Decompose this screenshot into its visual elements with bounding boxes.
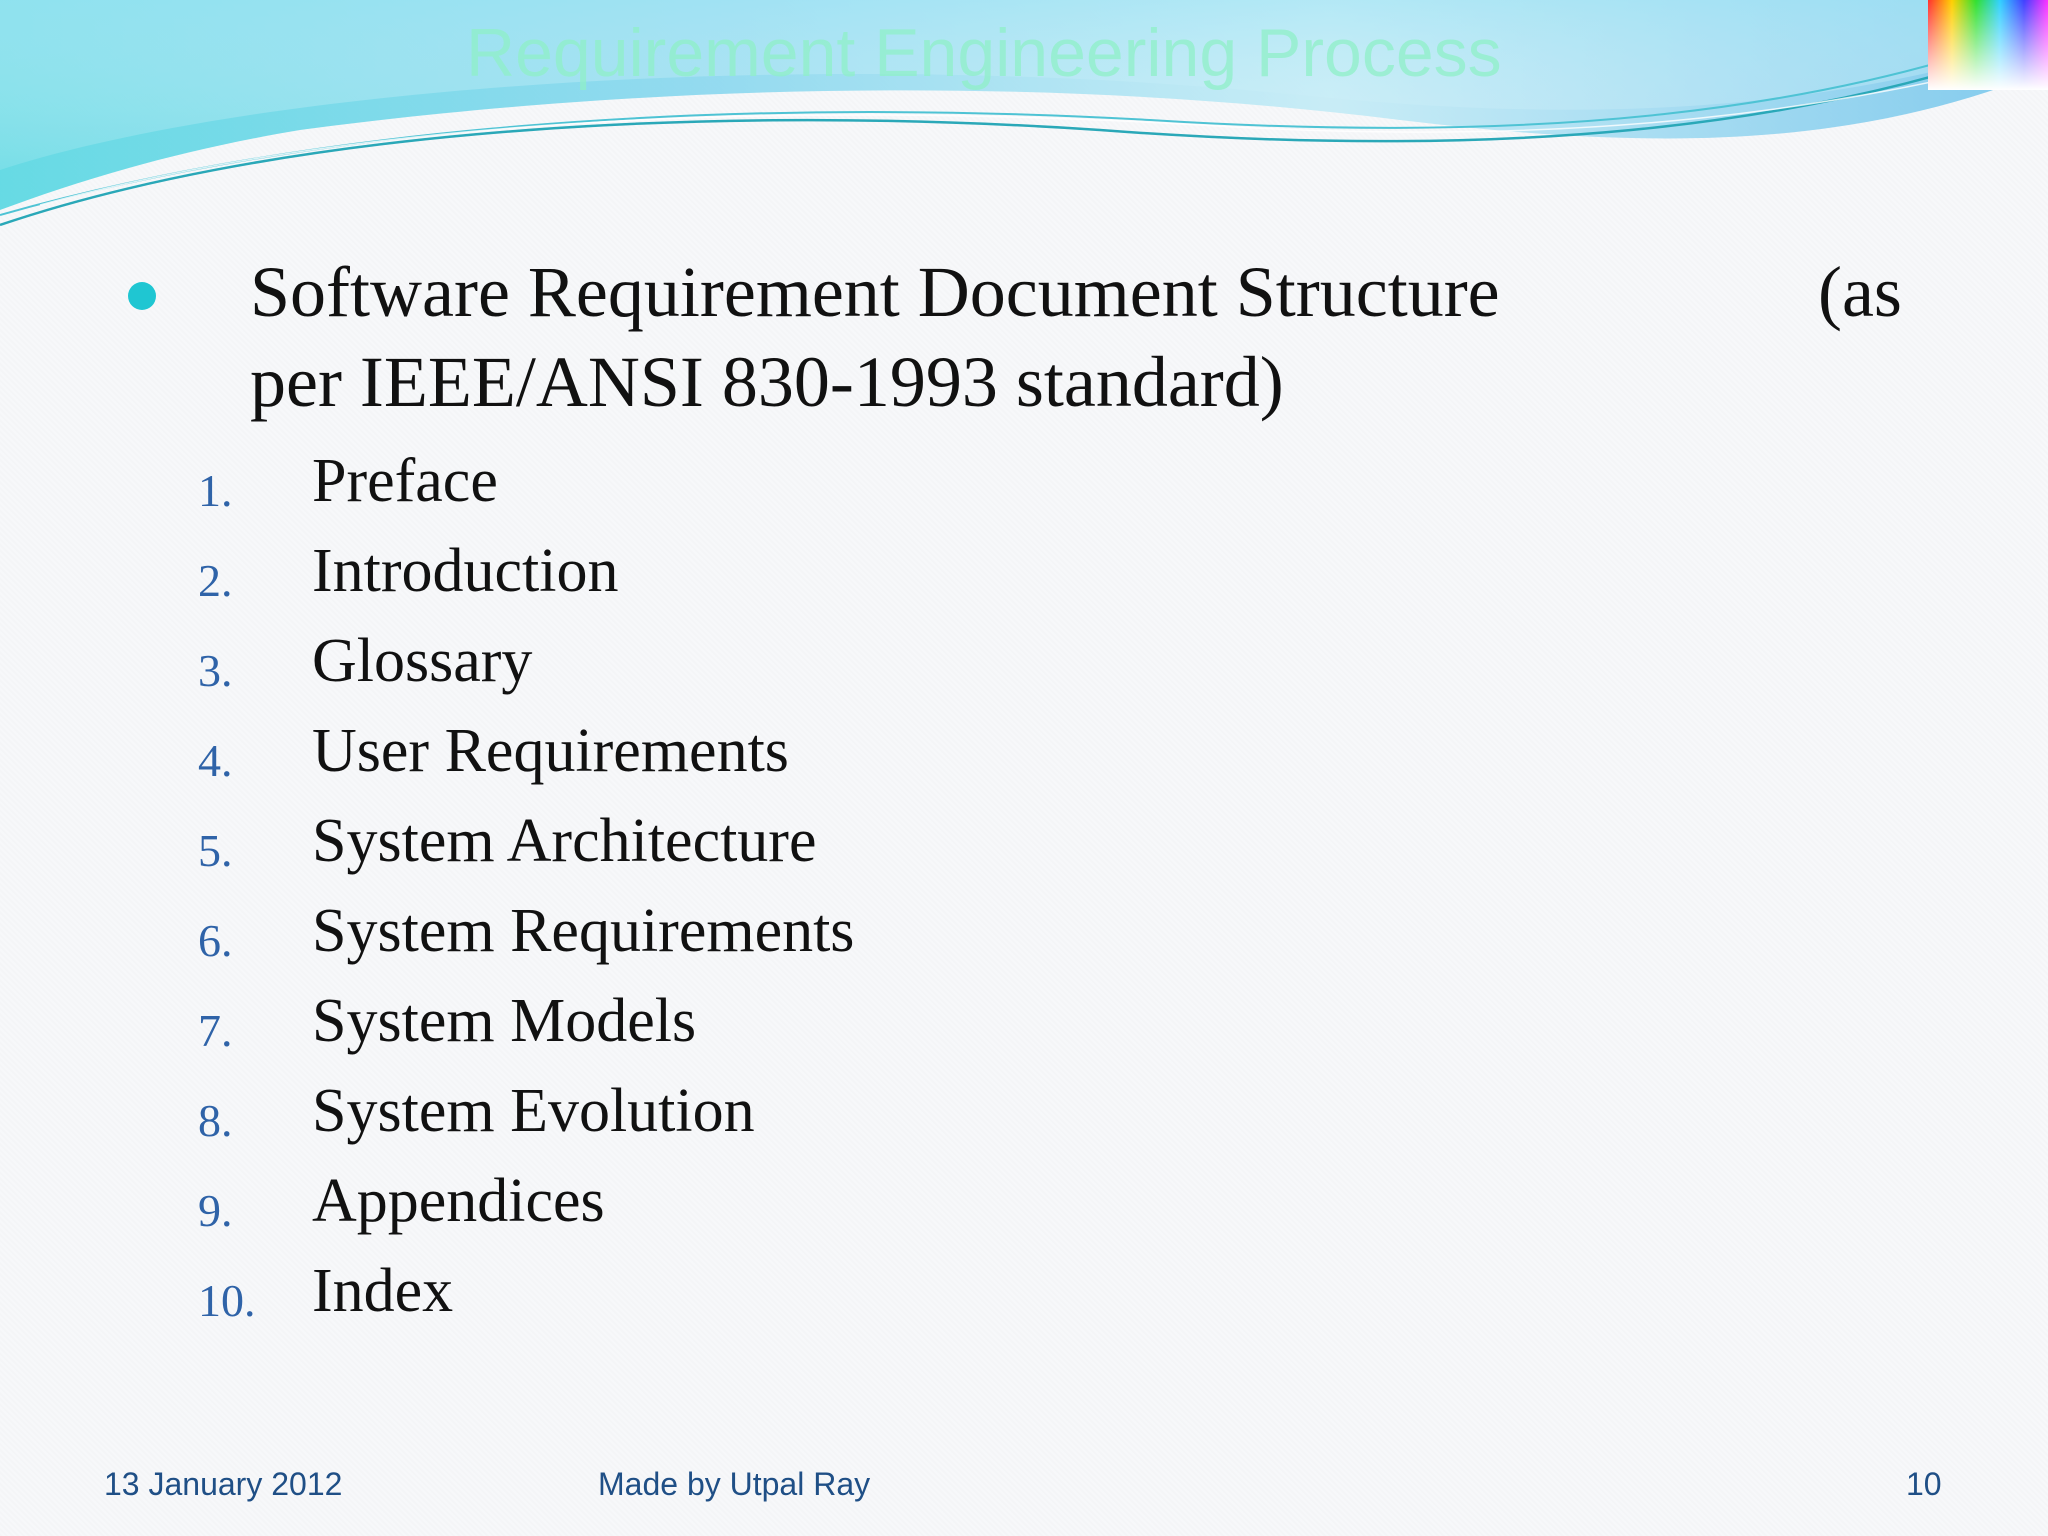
list-item: 6. System Requirements xyxy=(0,896,1200,976)
list-item-number: 2. xyxy=(198,555,233,606)
footer-page-number: 10 xyxy=(1906,1466,1942,1502)
footer-date: 13 January 2012 xyxy=(104,1466,343,1502)
list-item-number: 4. xyxy=(198,735,233,786)
list-item-number: 7. xyxy=(198,1005,233,1056)
list-item: 9. Appendices xyxy=(0,1166,1200,1246)
list-item-label: System Models xyxy=(312,987,697,1055)
list-item-number: 6. xyxy=(198,915,233,966)
list-item: 4. User Requirements xyxy=(0,716,1200,796)
list-item-label: Index xyxy=(312,1257,454,1325)
list-item-label: System Evolution xyxy=(312,1077,755,1145)
slide: Requirement Engineering Process Software… xyxy=(0,0,2048,1536)
slide-title: Requirement Engineering Process xyxy=(466,15,1502,91)
list-item: 10. Index xyxy=(0,1256,1200,1336)
list-item-label: System Architecture xyxy=(312,807,817,875)
heading-line-1: Software Requirement Document Structure xyxy=(250,252,1500,332)
list-item-number: 3. xyxy=(198,645,233,696)
list-item-number: 9. xyxy=(198,1185,233,1236)
heading-as-fragment: (as xyxy=(1818,252,1902,332)
list-item-label: Introduction xyxy=(312,537,619,605)
list-item-number: 5. xyxy=(198,825,233,876)
list-item: 5. System Architecture xyxy=(0,806,1200,886)
list-item: 2. Introduction xyxy=(0,536,1200,616)
list-item-label: System Requirements xyxy=(312,897,855,965)
list-item-label: User Requirements xyxy=(312,717,789,785)
list-item-number: 8. xyxy=(198,1095,233,1146)
list-item: 7. System Models xyxy=(0,986,1200,1066)
list-item-number: 10. xyxy=(198,1275,256,1326)
list-item: 8. System Evolution xyxy=(0,1076,1200,1156)
list-item: 1. Preface xyxy=(0,446,1200,526)
footer-author: Made by Utpal Ray xyxy=(598,1466,871,1502)
list-item-label: Glossary xyxy=(312,627,533,695)
color-spectrum-thumbnail xyxy=(1928,0,2048,90)
list-item-label: Preface xyxy=(312,447,498,515)
list-item: 3. Glossary xyxy=(0,626,1200,706)
list-item-label: Appendices xyxy=(312,1167,605,1235)
bullet-icon xyxy=(128,282,156,310)
list-item-number: 1. xyxy=(198,465,233,516)
heading-line-2: per IEEE/ANSI 830-1993 standard) xyxy=(250,342,1284,422)
